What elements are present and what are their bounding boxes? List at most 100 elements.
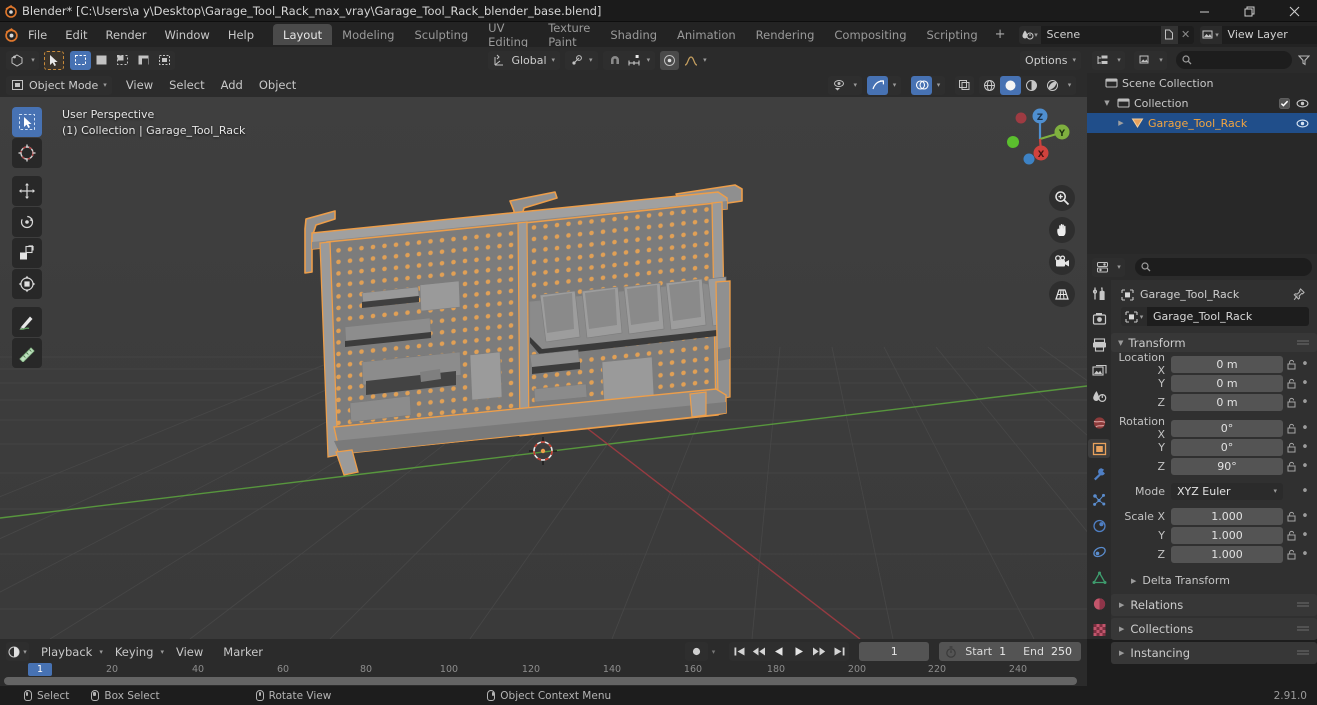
- maximize-button[interactable]: [1227, 0, 1272, 22]
- annotate-tool[interactable]: [12, 307, 42, 337]
- play-reverse-icon[interactable]: [769, 642, 789, 661]
- pivot-point-selector[interactable]: ▾: [565, 50, 598, 70]
- transform-panel-header[interactable]: ▼ Transform: [1111, 333, 1317, 352]
- scale-z-input[interactable]: 1.000: [1171, 545, 1283, 563]
- lock-icon[interactable]: [1283, 359, 1299, 370]
- measure-tool[interactable]: [12, 338, 42, 368]
- tab-texture-paint[interactable]: Texture Paint: [538, 21, 600, 49]
- gizmo-caret-icon[interactable]: ▾: [888, 76, 901, 95]
- eye-icon[interactable]: [1296, 118, 1309, 129]
- select-extend-icon[interactable]: [91, 51, 112, 70]
- xray-toggle-button[interactable]: [955, 75, 974, 95]
- object-tab[interactable]: [1088, 439, 1110, 459]
- snapping-controls[interactable]: ▾: [602, 50, 656, 70]
- viewport-menu-select[interactable]: Select: [161, 76, 212, 94]
- animate-dot-icon[interactable]: •: [1299, 376, 1311, 391]
- rotation-x-input[interactable]: 0°: [1171, 419, 1283, 437]
- render-tab[interactable]: [1088, 310, 1110, 329]
- outliner-editor-type[interactable]: ▾: [1092, 50, 1125, 70]
- lock-icon[interactable]: [1283, 397, 1299, 408]
- animate-dot-icon[interactable]: •: [1299, 547, 1311, 562]
- shading-caret-icon[interactable]: ▾: [1063, 76, 1076, 95]
- outliner-row-collection[interactable]: ▼ Collection: [1087, 93, 1317, 113]
- zoom-icon[interactable]: [1049, 185, 1075, 211]
- location-x-input[interactable]: 0 m: [1171, 355, 1283, 373]
- tweak-mode-button[interactable]: [44, 50, 64, 70]
- animate-dot-icon[interactable]: •: [1299, 357, 1311, 372]
- tab-scripting[interactable]: Scripting: [917, 24, 988, 45]
- viewport-menu-view[interactable]: View: [118, 76, 161, 94]
- scene-name[interactable]: Scene: [1040, 25, 1161, 44]
- camera-icon[interactable]: [1049, 249, 1075, 275]
- start-frame-value[interactable]: 1: [997, 645, 1015, 658]
- add-workspace-button[interactable]: +: [988, 25, 1013, 44]
- new-scene-button[interactable]: [1160, 25, 1178, 44]
- select-intersect-icon[interactable]: [154, 51, 175, 70]
- properties-search-input[interactable]: [1135, 258, 1312, 276]
- auto-keyframe-button[interactable]: [684, 642, 708, 661]
- minimize-button[interactable]: [1182, 0, 1227, 22]
- timeline-scrollbar[interactable]: [4, 677, 1077, 685]
- outliner-row-scene-collection[interactable]: Scene Collection: [1087, 73, 1317, 93]
- tab-compositing[interactable]: Compositing: [824, 24, 916, 45]
- outliner-row-garage-tool-rack[interactable]: ▶ Garage_Tool_Rack: [1087, 113, 1317, 133]
- properties-editor-type[interactable]: ▾: [1092, 257, 1125, 277]
- object-data-tab[interactable]: [1088, 568, 1110, 587]
- jump-start-icon[interactable]: [729, 642, 749, 661]
- animate-dot-icon[interactable]: •: [1299, 459, 1311, 474]
- pin-icon[interactable]: [1293, 288, 1309, 301]
- chevron-right-icon[interactable]: ▶: [1119, 625, 1124, 633]
- viewport-menu-object[interactable]: Object: [251, 76, 304, 94]
- object-name-value[interactable]: Garage_Tool_Rack: [1147, 307, 1309, 326]
- outliner-display-mode[interactable]: ▾: [1134, 50, 1167, 70]
- show-gizmo-icon[interactable]: [867, 75, 888, 95]
- lock-icon[interactable]: [1283, 423, 1299, 434]
- material-tab[interactable]: [1088, 594, 1110, 613]
- relations-panel[interactable]: ▶ Relations: [1111, 594, 1317, 616]
- location-y-input[interactable]: 0 m: [1171, 374, 1283, 392]
- wireframe-shading-icon[interactable]: [979, 76, 1000, 95]
- select-box-icon[interactable]: [70, 50, 91, 70]
- show-overlays-icon[interactable]: [911, 75, 932, 95]
- pan-hand-icon[interactable]: [1049, 217, 1075, 243]
- animate-dot-icon[interactable]: •: [1299, 484, 1311, 499]
- viewport-options-button[interactable]: Options ▾: [1020, 50, 1081, 70]
- chevron-right-icon[interactable]: ▶: [1119, 601, 1124, 609]
- proportional-editing-toggle[interactable]: [660, 50, 680, 70]
- particles-tab[interactable]: [1088, 491, 1110, 510]
- world-tab[interactable]: [1088, 413, 1110, 432]
- viewport-canvas[interactable]: [0, 97, 1087, 639]
- menu-edit[interactable]: Edit: [56, 25, 96, 45]
- tab-shading[interactable]: Shading: [600, 24, 667, 45]
- animate-dot-icon[interactable]: •: [1299, 395, 1311, 410]
- timeline-menu-marker[interactable]: Marker: [215, 643, 271, 661]
- select-subtract-icon[interactable]: [112, 51, 133, 70]
- collection-checkbox[interactable]: [1279, 97, 1290, 109]
- chevron-right-icon[interactable]: ▶: [1131, 577, 1136, 585]
- visibility-selector[interactable]: ▾: [828, 75, 862, 95]
- chevron-down-icon[interactable]: ▼: [1101, 99, 1113, 107]
- tool-tab[interactable]: [1088, 284, 1110, 303]
- view-layer-selector[interactable]: ▾ View Layer ✕: [1199, 25, 1317, 44]
- modifier-tab[interactable]: [1088, 465, 1110, 484]
- outliner-search-input[interactable]: [1176, 51, 1292, 69]
- menu-file[interactable]: File: [19, 25, 56, 45]
- animate-dot-icon[interactable]: •: [1299, 421, 1311, 436]
- lock-icon[interactable]: [1283, 378, 1299, 389]
- play-icon[interactable]: [789, 642, 809, 661]
- eye-icon[interactable]: [1296, 98, 1309, 109]
- menu-render[interactable]: Render: [97, 25, 156, 45]
- delta-transform-panel[interactable]: ▶ Delta Transform: [1111, 571, 1317, 590]
- lock-icon[interactable]: [1283, 442, 1299, 453]
- lock-icon[interactable]: [1283, 530, 1299, 541]
- viewport-menu-add[interactable]: Add: [213, 76, 251, 94]
- physics-tab[interactable]: [1088, 517, 1110, 536]
- timeline-menu-playback[interactable]: Playback: [33, 643, 100, 661]
- navigation-gizmo[interactable]: Z Y X: [1003, 102, 1077, 176]
- transform-tool[interactable]: [12, 269, 42, 299]
- timeline-menu-keying[interactable]: Keying: [107, 643, 162, 661]
- chevron-right-icon[interactable]: ▶: [1115, 119, 1127, 127]
- rotate-tool[interactable]: [12, 207, 42, 237]
- select-difference-icon[interactable]: [133, 51, 154, 70]
- playhead[interactable]: 1: [28, 663, 52, 676]
